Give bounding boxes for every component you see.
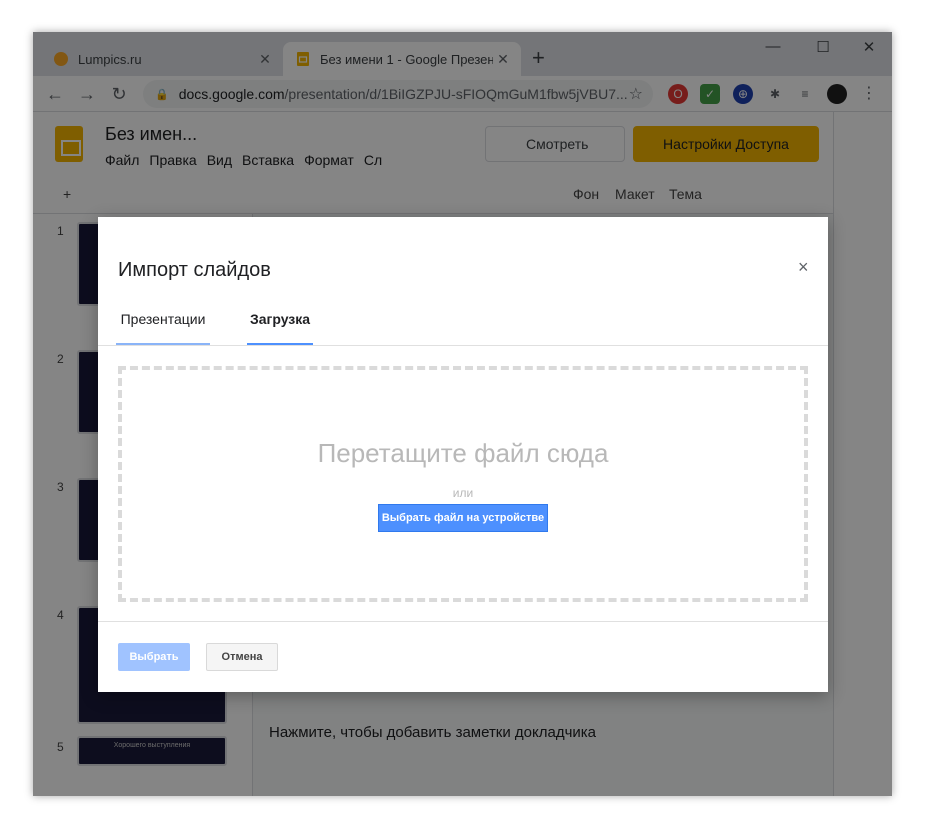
cancel-button[interactable]: Отмена — [206, 643, 278, 671]
drop-text: Перетащите файл сюда — [317, 438, 609, 468]
or-text: или — [452, 486, 474, 500]
tab-presentations[interactable]: Презентации — [116, 311, 210, 345]
dialog-title: Импорт слайдов — [118, 259, 271, 281]
divider — [98, 345, 828, 346]
choose-file-button[interactable]: Выбрать файл на устройстве — [378, 504, 548, 532]
tab-upload[interactable]: Загрузка — [247, 311, 313, 345]
divider — [98, 621, 828, 622]
import-slides-dialog: Импорт слайдов × Презентации Загрузка Пе… — [98, 217, 828, 692]
close-icon[interactable]: × — [798, 257, 809, 278]
select-button[interactable]: Выбрать — [118, 643, 190, 671]
file-dropzone[interactable]: Перетащите файл сюда или Выбрать файл на… — [118, 366, 808, 602]
